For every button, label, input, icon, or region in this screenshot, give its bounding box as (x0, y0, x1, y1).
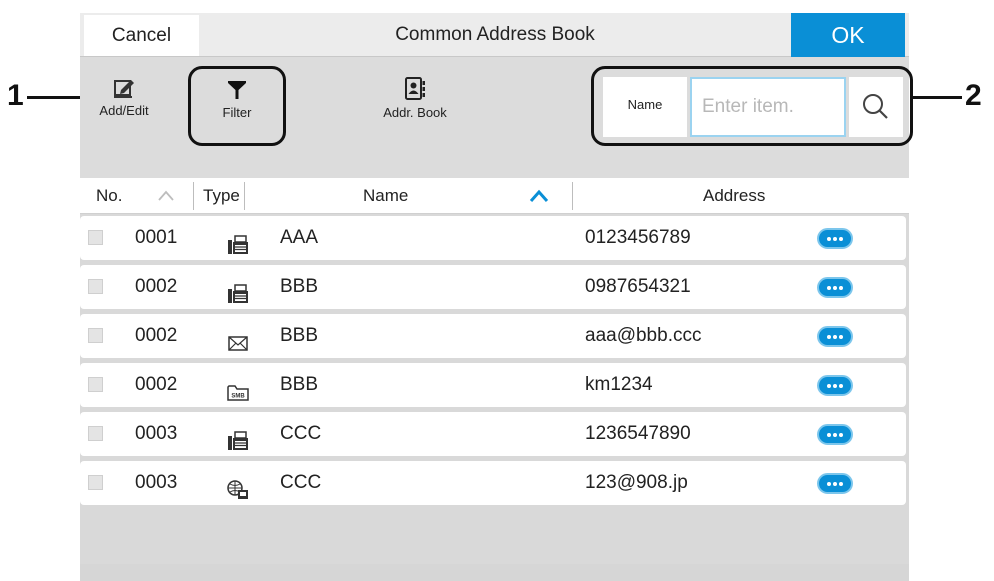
email-icon (227, 326, 249, 351)
fax-icon (227, 228, 249, 254)
dot-icon (833, 384, 837, 388)
row-address: km1234 (585, 374, 653, 395)
ok-button[interactable]: OK (791, 13, 905, 57)
dot-icon (833, 433, 837, 437)
row-checkbox[interactable] (88, 377, 103, 392)
cancel-button[interactable]: Cancel (84, 15, 199, 56)
more-options-button[interactable] (817, 326, 853, 347)
column-header-address[interactable]: Address (703, 178, 765, 214)
row-name: BBB (280, 276, 319, 297)
dot-icon (833, 286, 837, 290)
add-edit-button[interactable]: Add/Edit (94, 77, 154, 118)
row-number: 0003 (135, 472, 178, 493)
top-bar: Cancel Common Address Book OK (80, 13, 909, 57)
column-header-no[interactable]: No. (96, 178, 122, 214)
row-number: 0002 (135, 276, 178, 297)
dot-icon (827, 433, 831, 437)
svg-text:SMB: SMB (231, 394, 245, 400)
callout-line-2 (912, 96, 962, 99)
more-options-button[interactable] (817, 424, 853, 445)
address-book-icon (405, 77, 425, 100)
row-name: AAA (280, 227, 319, 248)
dot-icon (839, 237, 843, 241)
i-fax-icon (227, 473, 249, 499)
dot-icon (827, 286, 831, 290)
addr-book-button[interactable]: Addr. Book (360, 77, 470, 120)
dot-icon (833, 482, 837, 486)
dot-icon (827, 482, 831, 486)
sort-ascending-active-icon[interactable] (529, 187, 549, 205)
dot-icon (827, 384, 831, 388)
row-checkbox[interactable] (88, 426, 103, 441)
table-row[interactable]: 0002 BBB 0987654321 (80, 265, 906, 309)
sort-ascending-icon[interactable] (157, 187, 175, 205)
more-options-button[interactable] (817, 277, 853, 298)
more-options-button[interactable] (817, 473, 853, 494)
row-address: 0123456789 (585, 227, 691, 248)
table-row[interactable]: 0003 CCC 123@908.jp (80, 461, 906, 505)
row-number: 0002 (135, 325, 178, 346)
dot-icon (839, 384, 843, 388)
smb-folder-icon: SMB (227, 375, 249, 401)
row-address: aaa@bbb.ccc (585, 325, 702, 346)
row-name: BBB (280, 325, 319, 346)
addr-book-label: Addr. Book (383, 105, 447, 120)
callout-number-1: 1 (7, 79, 24, 112)
column-divider (572, 182, 573, 210)
row-checkbox[interactable] (88, 230, 103, 245)
table-row[interactable]: 0002 SMB BBB km1234 (80, 363, 906, 407)
row-address: 123@908.jp (585, 472, 688, 493)
dot-icon (839, 433, 843, 437)
callout-ring-search (591, 66, 913, 146)
add-edit-label: Add/Edit (99, 103, 149, 118)
table-row[interactable]: 0002 BBB aaa@bbb.ccc (80, 314, 906, 358)
column-header-type[interactable]: Type (203, 178, 240, 214)
list-footer (80, 564, 909, 581)
row-number: 0003 (135, 423, 178, 444)
column-header-name[interactable]: Name (363, 178, 408, 214)
table-header: No. Type Name Address (80, 178, 909, 214)
table-row[interactable]: 0003 CCC 1236547890 (80, 412, 906, 456)
row-number: 0002 (135, 374, 178, 395)
dot-icon (827, 335, 831, 339)
fax-icon (227, 424, 249, 450)
row-address: 1236547890 (585, 423, 691, 444)
dot-icon (839, 482, 843, 486)
callout-number-2: 2 (965, 79, 982, 112)
dot-icon (839, 286, 843, 290)
row-number: 0001 (135, 227, 178, 248)
row-name: CCC (280, 472, 322, 493)
row-checkbox[interactable] (88, 328, 103, 343)
dot-icon (833, 237, 837, 241)
row-name: CCC (280, 423, 322, 444)
row-checkbox[interactable] (88, 475, 103, 490)
table-row[interactable]: 0001 AAA 0123456789 (80, 216, 906, 260)
column-divider (193, 182, 194, 210)
row-name: BBB (280, 374, 319, 395)
add-edit-icon (114, 80, 134, 98)
row-address: 0987654321 (585, 276, 691, 297)
more-options-button[interactable] (817, 375, 853, 396)
screen-title: Common Address Book (395, 24, 595, 45)
dot-icon (839, 335, 843, 339)
row-checkbox[interactable] (88, 279, 103, 294)
callout-ring-filter (188, 66, 286, 146)
more-options-button[interactable] (817, 228, 853, 249)
column-divider (244, 182, 245, 210)
dot-icon (827, 237, 831, 241)
dot-icon (833, 335, 837, 339)
fax-icon (227, 277, 249, 303)
